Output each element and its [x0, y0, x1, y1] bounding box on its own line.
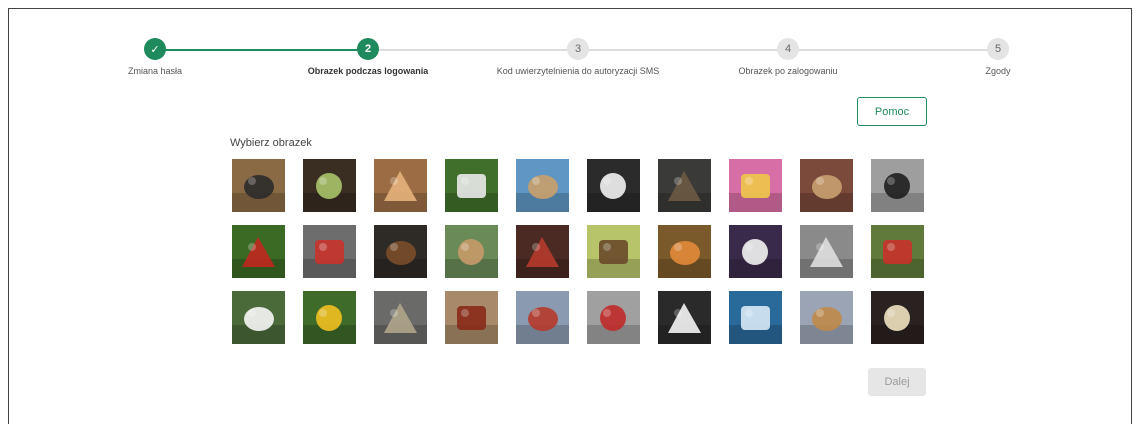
- boat-beach-icon: [516, 159, 569, 212]
- image-option[interactable]: [303, 225, 356, 278]
- image-option[interactable]: [800, 291, 853, 344]
- image-option[interactable]: [232, 225, 285, 278]
- books-icon: [800, 159, 853, 212]
- step-number: 2: [357, 38, 379, 60]
- image-option[interactable]: [729, 291, 782, 344]
- image-option[interactable]: [658, 225, 711, 278]
- step-label: Obrazek podczas logowania: [307, 66, 429, 76]
- cheesecake-icon: [871, 291, 924, 344]
- stork-icon: [658, 291, 711, 344]
- step-number: 4: [777, 38, 799, 60]
- step-label: Zgody: [985, 66, 1011, 76]
- step-3[interactable]: 3 Kod uwierzytelnienia do autoryzacji SM…: [478, 36, 678, 76]
- image-option[interactable]: [445, 225, 498, 278]
- sunflower-icon: [303, 291, 356, 344]
- help-button[interactable]: Pomoc: [857, 97, 927, 126]
- step-5[interactable]: 5 Zgody: [898, 36, 1098, 76]
- image-option[interactable]: [516, 291, 569, 344]
- image-option[interactable]: [800, 159, 853, 212]
- image-option[interactable]: [516, 225, 569, 278]
- step-2[interactable]: 2 Obrazek podczas logowania: [268, 36, 468, 76]
- grid-title: Wybierz obrazek: [230, 137, 312, 149]
- image-option[interactable]: [871, 159, 924, 212]
- image-option[interactable]: [729, 225, 782, 278]
- butterfly-icon: [587, 225, 640, 278]
- image-grid: [232, 159, 924, 344]
- surfer-icon: [729, 291, 782, 344]
- eagle-icon: [658, 159, 711, 212]
- step-4[interactable]: 4 Obrazek po zalogowaniu: [688, 36, 888, 76]
- rooster-icon: [445, 291, 498, 344]
- image-option[interactable]: [374, 225, 427, 278]
- image-option[interactable]: [374, 159, 427, 212]
- image-option[interactable]: [800, 225, 853, 278]
- daisy-icon: [232, 291, 285, 344]
- image-option[interactable]: [871, 225, 924, 278]
- step-1[interactable]: ✓ Zmiana hasła: [55, 36, 255, 76]
- image-option[interactable]: [516, 159, 569, 212]
- step-number: 5: [987, 38, 1009, 60]
- step-number: 3: [567, 38, 589, 60]
- bowling-pins-icon: [729, 225, 782, 278]
- image-option[interactable]: [729, 159, 782, 212]
- billiard-balls-icon: [729, 159, 782, 212]
- progress-stepper: ✓ Zmiana hasła 2 Obrazek podczas logowan…: [0, 36, 1139, 86]
- bicycle-icon: [871, 159, 924, 212]
- shoe-icon: [374, 225, 427, 278]
- image-option[interactable]: [587, 291, 640, 344]
- chair-icon: [587, 291, 640, 344]
- image-option[interactable]: [445, 291, 498, 344]
- image-option[interactable]: [658, 159, 711, 212]
- image-option[interactable]: [445, 159, 498, 212]
- step-label: Obrazek po zalogowaniu: [738, 66, 838, 76]
- melon-icon: [658, 225, 711, 278]
- image-option[interactable]: [232, 291, 285, 344]
- image-option[interactable]: [232, 159, 285, 212]
- tiger-icon: [374, 159, 427, 212]
- image-option[interactable]: [374, 291, 427, 344]
- image-option[interactable]: [303, 291, 356, 344]
- bench-icon: [516, 291, 569, 344]
- badminton-icon: [445, 159, 498, 212]
- cat-icon: [374, 291, 427, 344]
- check-icon: ✓: [144, 38, 166, 60]
- rings-icon: [800, 225, 853, 278]
- motorcycle-icon: [303, 225, 356, 278]
- kettlebell-icon: [232, 159, 285, 212]
- image-option[interactable]: [587, 225, 640, 278]
- step-label: Kod uwierzytelnienia do autoryzacji SMS: [496, 66, 660, 76]
- ladybug-icon: [232, 225, 285, 278]
- next-button[interactable]: Dalej: [868, 368, 926, 396]
- salad-plate-icon: [303, 159, 356, 212]
- dog-icon: [445, 225, 498, 278]
- step-label: Zmiana hasła: [127, 66, 183, 76]
- dartboard-icon: [516, 225, 569, 278]
- swan-icon: [587, 159, 640, 212]
- image-option[interactable]: [587, 159, 640, 212]
- apple-icon: [871, 225, 924, 278]
- image-option[interactable]: [658, 291, 711, 344]
- image-option[interactable]: [303, 159, 356, 212]
- spice-bowls-icon: [800, 291, 853, 344]
- image-option[interactable]: [871, 291, 924, 344]
